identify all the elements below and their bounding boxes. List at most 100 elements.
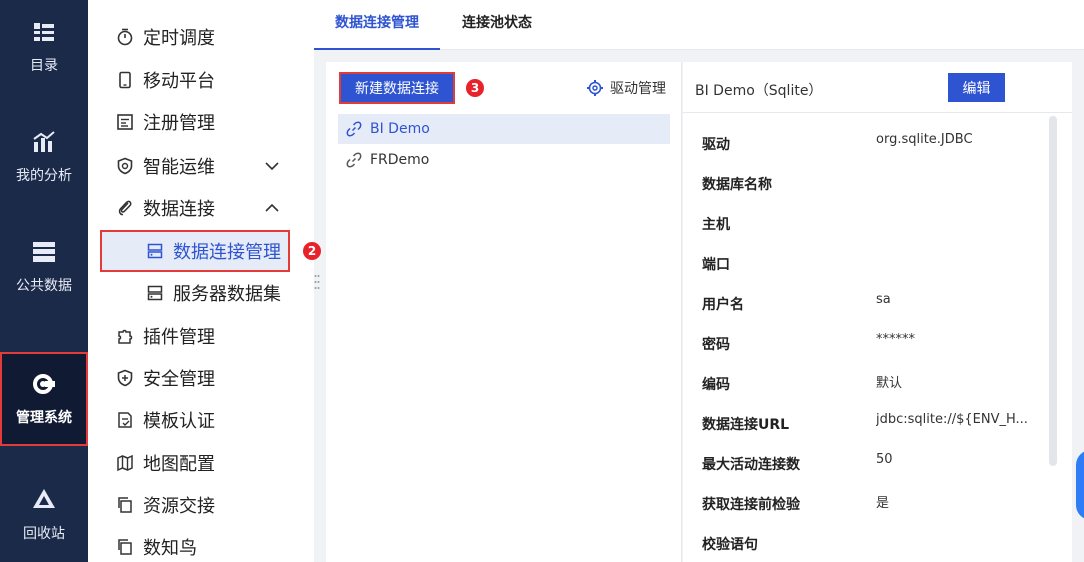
server-icon [147, 285, 163, 301]
recycle-icon [33, 489, 55, 508]
menu-item-label: 移动平台 [143, 71, 215, 92]
divider [683, 112, 1072, 113]
template-icon [118, 412, 132, 428]
puzzle-icon [118, 329, 133, 344]
field-value-max-active: 50 [876, 452, 893, 467]
connection-item-bi-demo[interactable]: BI Demo [338, 114, 670, 144]
chevron-up-icon[interactable] [264, 200, 280, 216]
connection-item-label: BI Demo [370, 121, 430, 137]
register-icon [117, 114, 133, 130]
rail-item-public-data[interactable]: 公共数据 [0, 220, 88, 314]
menu-item-security[interactable]: 安全管理 [88, 357, 314, 399]
new-connection-button[interactable]: 新建数据连接 [339, 72, 455, 104]
connection-item-frdemo[interactable]: FRDemo [338, 145, 670, 175]
rail-item-management[interactable]: 管理系统 [0, 352, 88, 446]
analysis-icon [33, 131, 55, 152]
gear-icon [33, 374, 55, 394]
menu-item-label: 插件管理 [143, 327, 215, 348]
step-badge-3: 3 [466, 79, 484, 97]
field-value-password: ****** [876, 332, 915, 347]
menu-item-label: 资源交接 [143, 496, 215, 517]
field-value-validate: 是 [876, 496, 890, 511]
mobile-icon [119, 71, 131, 89]
field-label-max-active: 最大活动连接数 [702, 457, 800, 473]
rail-item-catalog[interactable]: 目录 [0, 0, 88, 94]
menu-item-map-config[interactable]: 地图配置 [88, 442, 314, 484]
menu-item-label: 数据连接管理 [173, 242, 281, 263]
menu-item-data-connection[interactable]: 数据连接 [88, 187, 314, 229]
menu-item-server-dataset[interactable]: 服务器数据集 [88, 272, 314, 314]
field-label-port: 端口 [702, 257, 730, 273]
rail-label: 管理系统 [16, 410, 72, 426]
field-label-username: 用户名 [702, 297, 744, 313]
rail-label: 回收站 [23, 526, 65, 542]
field-label-host: 主机 [702, 217, 730, 233]
field-value-encoding: 默认 [876, 376, 903, 391]
menu-item-resource-handover[interactable]: 资源交接 [88, 484, 314, 526]
menu-item-label: 注册管理 [143, 113, 215, 134]
menu-item-label: 模板认证 [143, 411, 215, 432]
rail-label: 公共数据 [16, 278, 72, 294]
field-label-url: 数据连接URL [702, 417, 790, 433]
field-label-validation-query: 校验语句 [702, 537, 758, 553]
menu-item-label: 安全管理 [143, 369, 215, 390]
copy-icon [118, 497, 132, 513]
server-icon [147, 243, 163, 259]
public-data-icon [33, 242, 55, 262]
rail-item-analysis[interactable]: 我的分析 [0, 110, 88, 204]
gear-icon [587, 80, 603, 96]
link-icon [346, 152, 362, 168]
ops-icon [117, 157, 133, 175]
rail-label: 我的分析 [16, 168, 72, 184]
shield-icon [117, 369, 133, 387]
driver-manage-label: 驱动管理 [610, 81, 666, 97]
menu-item-mobile[interactable]: 移动平台 [88, 59, 314, 101]
menu-item-ops[interactable]: 智能运维 [88, 145, 314, 187]
detail-scrollbar[interactable] [1049, 116, 1057, 466]
menu-item-label: 智能运维 [143, 157, 215, 178]
chevron-down-icon[interactable] [264, 158, 280, 174]
paperclip-icon [118, 200, 132, 216]
field-value-driver: org.sqlite.JDBC [876, 132, 973, 147]
field-label-encoding: 编码 [702, 377, 730, 393]
menu-item-data-connection-manage[interactable]: 数据连接管理 [100, 230, 290, 272]
menu-item-shuzhiniao[interactable]: 数知鸟 [88, 526, 314, 562]
edit-button[interactable]: 编辑 [948, 73, 1005, 102]
menu-item-label: 数知鸟 [143, 538, 197, 559]
menu-item-label: 服务器数据集 [173, 284, 281, 305]
map-icon [117, 454, 133, 472]
field-label-database: 数据库名称 [702, 177, 772, 193]
menu-item-plugins[interactable]: 插件管理 [88, 315, 314, 357]
menu-item-clipped [116, 0, 266, 2]
tab-pool-status[interactable]: 连接池状态 [450, 0, 544, 50]
timer-icon [117, 28, 133, 46]
field-label-driver: 驱动 [702, 137, 730, 153]
side-menu: 定时调度 移动平台 注册管理 智能运维 数据连接 数据连接管理 服务器数据集 插… [88, 0, 314, 562]
menu-item-label: 数据连接 [143, 199, 215, 220]
menu-item-register[interactable]: 注册管理 [88, 101, 314, 143]
driver-manage-button[interactable]: 驱动管理 [586, 78, 666, 98]
menu-item-label: 地图配置 [143, 454, 215, 475]
link-icon [346, 121, 362, 137]
connection-list-panel: 新建数据连接 驱动管理 BI Demo FRDemo [326, 62, 682, 562]
tab-bar: 数据连接管理 连接池状态 [314, 0, 1084, 50]
rail-item-recycle[interactable]: 回收站 [0, 468, 88, 562]
field-label-validate: 获取连接前检验 [702, 497, 800, 513]
field-value-username: sa [876, 292, 891, 307]
catalog-icon [34, 23, 54, 41]
tab-data-connection-manage[interactable]: 数据连接管理 [314, 0, 440, 50]
drag-handle-icon[interactable] [314, 272, 320, 292]
copy-icon [118, 539, 132, 555]
rail-label: 目录 [30, 58, 58, 74]
detail-title: BI Demo（Sqlite） [695, 83, 823, 99]
connection-item-label: FRDemo [370, 152, 430, 168]
field-value-url: jdbc:sqlite://${ENV_H... [876, 412, 1028, 427]
menu-item-template-auth[interactable]: 模板认证 [88, 399, 314, 441]
left-rail: 目录 我的分析 公共数据 管理系统 回收站 [0, 0, 88, 562]
connection-detail-panel: BI Demo（Sqlite） 编辑 驱动 org.sqlite.JDBC 数据… [683, 62, 1072, 562]
step-badge-2: 2 [303, 242, 321, 260]
menu-item-label: 定时调度 [143, 28, 215, 49]
field-label-password: 密码 [702, 337, 730, 353]
menu-item-schedule[interactable]: 定时调度 [88, 16, 314, 58]
floating-assistant-button[interactable] [1076, 450, 1084, 520]
